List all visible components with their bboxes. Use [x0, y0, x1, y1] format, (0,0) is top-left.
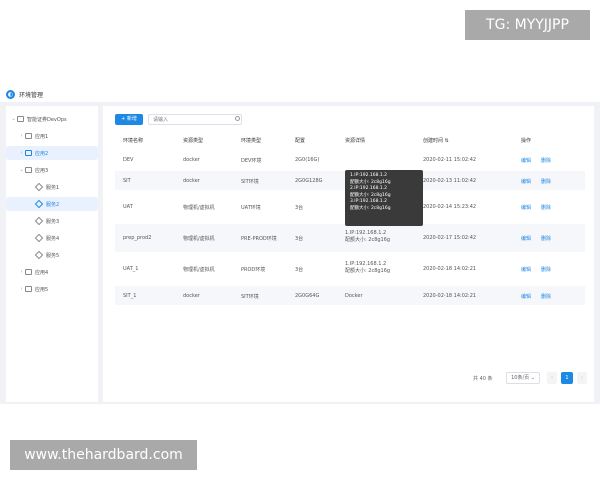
- folder-icon: [25, 133, 32, 139]
- main-panel: + 新增 环境名称 资源类型 环境类型 配置 资源详情 创建时间 ⇅ 操作 DE…: [103, 106, 594, 402]
- cube-icon: [34, 250, 44, 260]
- table-row: prep_prod2 物理机/虚拟机 PRE-PROD环境 3台 1.IP:19…: [115, 224, 585, 252]
- col-created-time[interactable]: 创建时间 ⇅: [423, 137, 449, 144]
- tree-label: 服务2: [46, 201, 60, 208]
- tooltip-line: 2.IP:192.168.1.2: [350, 186, 388, 192]
- folder-icon: [17, 116, 24, 122]
- chevron-right-icon[interactable]: ›: [18, 286, 25, 292]
- col-resource-detail: 资源详情: [345, 138, 366, 144]
- tree-label: 服务4: [46, 235, 60, 242]
- pagination: 共 40 条 10条/页 ⌄ ‹ 1 ›: [473, 372, 588, 384]
- tooltip-line: 配额大小: 2c8g16g: [350, 205, 391, 211]
- folder-icon: [25, 167, 32, 173]
- edit-link[interactable]: 编辑: [521, 178, 531, 185]
- resource-detail: Docker: [345, 293, 363, 299]
- table-row: UAT_1 物理机/虚拟机 PROD环境 3台 1.IP:192.168.1.2…: [123, 261, 552, 275]
- chevron-right-icon[interactable]: ›: [18, 269, 25, 275]
- title-bar: ◐ 环境管理: [0, 86, 600, 102]
- tooltip-line: 3.IP:192.168.1.2: [350, 199, 388, 205]
- delete-link[interactable]: 删除: [541, 235, 551, 242]
- cube-icon: [34, 182, 44, 192]
- tooltip-line: 1.IP:192.168.1.2: [350, 173, 388, 178]
- tree-item-app1[interactable]: › 应用1: [6, 129, 98, 143]
- table-row: DEV docker DEV环境 2G0(16G) 2020-02-11 15:…: [123, 157, 552, 164]
- screenshot: TG: MYYJJPP ◐ 环境管理 ⌄ 智能证券DevOps › 应用1 › …: [0, 0, 600, 480]
- col-env-type: 环境类型: [241, 138, 262, 144]
- page-number-current[interactable]: 1: [561, 372, 573, 384]
- tree-label: 服务1: [46, 184, 60, 191]
- watermark-bottom: www.thehardbard.com: [10, 440, 197, 470]
- page-size-select[interactable]: 10条/页 ⌄: [506, 372, 540, 384]
- chevron-down-icon[interactable]: ⌄: [18, 167, 25, 173]
- app-window: ◐ 环境管理 ⌄ 智能证券DevOps › 应用1 › 应用2 ⌄ 应用3 服务…: [0, 86, 600, 404]
- add-button[interactable]: + 新增: [115, 114, 143, 125]
- tree-item-service5[interactable]: 服务5: [6, 248, 98, 262]
- cube-icon: [34, 199, 44, 209]
- cube-icon: [34, 216, 44, 226]
- col-env-name: 环境名称: [123, 138, 144, 144]
- edit-link[interactable]: 编辑: [521, 235, 531, 242]
- logo-icon: ◐: [6, 89, 15, 99]
- resource-detail[interactable]: 1.IP:192.168.1.2 配额大小: 2c8g16g: [345, 230, 390, 244]
- cube-icon: [34, 233, 44, 243]
- tree-label: 应用4: [35, 269, 49, 276]
- folder-icon: [25, 286, 32, 292]
- tree-label: 应用1: [35, 133, 49, 140]
- delete-link[interactable]: 删除: [541, 204, 551, 211]
- resource-detail-tooltip: 1.IP:192.168.1.2 配额大小: 2c8g16g 2.IP:192.…: [345, 170, 423, 226]
- total-count: 共 40 条: [473, 376, 493, 382]
- tree-root[interactable]: ⌄ 智能证券DevOps: [6, 112, 98, 126]
- tree-label: 应用2: [35, 150, 49, 157]
- table-row: SIT_1 docker SIT环境 2G0G64G Docker 2020-0…: [115, 286, 585, 305]
- delete-link[interactable]: 删除: [541, 178, 551, 185]
- app-title: 环境管理: [19, 91, 44, 99]
- tree-item-app2[interactable]: › 应用2: [6, 146, 98, 160]
- delete-link[interactable]: 删除: [541, 266, 551, 273]
- tree-item-app5[interactable]: › 应用5: [6, 282, 98, 296]
- edit-link[interactable]: 编辑: [521, 157, 531, 164]
- next-page-button[interactable]: ›: [577, 372, 587, 384]
- delete-link[interactable]: 删除: [541, 157, 551, 164]
- search-input[interactable]: [148, 114, 242, 125]
- tree-item-app3[interactable]: ⌄ 应用3: [6, 163, 98, 177]
- tree-item-app4[interactable]: › 应用4: [6, 265, 98, 279]
- folder-icon: [25, 150, 32, 156]
- tree-item-service3[interactable]: 服务3: [6, 214, 98, 228]
- watermark-top: TG: MYYJJPP: [465, 10, 590, 40]
- delete-link[interactable]: 删除: [541, 293, 551, 300]
- resource-detail[interactable]: 1.IP:192.168.1.2 配额大小: 2c8g16g: [345, 261, 390, 275]
- tree-label: 应用3: [35, 167, 49, 174]
- search-icon[interactable]: [235, 116, 240, 121]
- tree-item-service2[interactable]: 服务2: [6, 197, 98, 211]
- tree-label: 服务3: [46, 218, 60, 225]
- tree-item-service4[interactable]: 服务4: [6, 231, 98, 245]
- tree-label: 服务5: [46, 252, 60, 259]
- chevron-down-icon[interactable]: ⌄: [10, 116, 17, 122]
- tree-label: 应用5: [35, 286, 49, 293]
- sidebar-tree: ⌄ 智能证券DevOps › 应用1 › 应用2 ⌄ 应用3 服务1 服务2 服…: [6, 106, 98, 402]
- folder-icon: [25, 269, 32, 275]
- col-config: 配置: [295, 138, 306, 144]
- prev-page-button[interactable]: ‹: [547, 372, 557, 384]
- edit-link[interactable]: 编辑: [521, 204, 531, 211]
- col-actions: 操作: [521, 138, 532, 144]
- edit-link[interactable]: 编辑: [521, 266, 531, 273]
- table-header: 环境名称 资源类型 环境类型 配置 资源详情 创建时间 ⇅ 操作: [115, 134, 585, 146]
- col-resource-type: 资源类型: [183, 138, 204, 144]
- tree-item-service1[interactable]: 服务1: [6, 180, 98, 194]
- tree-label: 智能证券DevOps: [27, 116, 67, 123]
- edit-link[interactable]: 编辑: [521, 293, 531, 300]
- chevron-right-icon[interactable]: ›: [18, 133, 25, 139]
- chevron-right-icon[interactable]: ›: [18, 150, 25, 156]
